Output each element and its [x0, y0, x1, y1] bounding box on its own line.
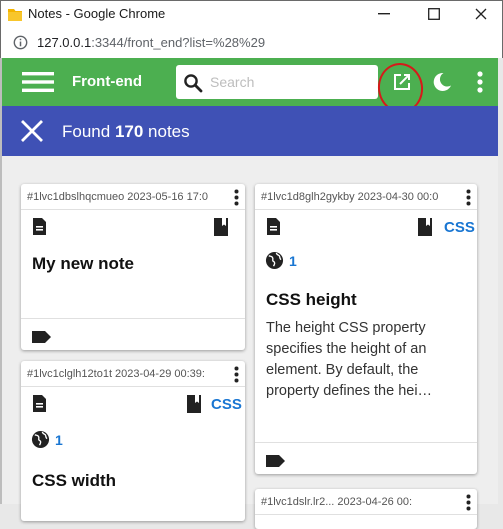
window-title: Notes - Google Chrome: [28, 6, 166, 21]
note-title[interactable]: CSS height: [255, 290, 477, 310]
note-title[interactable]: CSS width: [21, 471, 245, 491]
close-icon[interactable]: [20, 119, 44, 148]
url-path: :3344/front_end?list=%28%29: [91, 35, 266, 50]
moon-icon: [433, 72, 451, 91]
search-input[interactable]: [210, 72, 370, 92]
note-header: #1lvc1d8glh2gykby 2023-04-30 00:0: [255, 184, 477, 210]
address-bar[interactable]: 127.0.0.1:3344/front_end?list=%28%29: [0, 27, 503, 58]
url-host: 127.0.0.1: [37, 35, 92, 50]
dark-mode-button[interactable]: [426, 66, 458, 98]
results-count-text: Found 170 notes: [62, 122, 190, 142]
note-id-date: #1lvc1d8glh2gykby 2023-04-30 00:0: [261, 191, 439, 203]
close-window-button[interactable]: [465, 1, 497, 27]
brand-title[interactable]: Front-end: [72, 73, 142, 90]
note-id-date: #1lvc1dslr.lr2... 2023-04-26 00:: [261, 496, 413, 508]
results-prefix: Found: [62, 122, 111, 141]
info-icon[interactable]: [13, 35, 28, 55]
window-titlebar: Notes - Google Chrome: [0, 0, 503, 27]
document-icon: [33, 395, 46, 417]
notebook-icon: [418, 218, 432, 241]
tag-icon[interactable]: [266, 454, 285, 472]
results-suffix: notes: [148, 122, 190, 141]
note-id-date: #1lvc1clglh12to1t 2023-04-29 00:39:: [27, 368, 205, 380]
link-count[interactable]: 1: [55, 432, 63, 448]
note-card[interactable]: #1lvc1clglh12to1t 2023-04-29 00:39: CSS …: [21, 361, 245, 521]
menu-icon[interactable]: [22, 70, 54, 99]
globe-icon: [31, 430, 50, 454]
note-header: #1lvc1clglh12to1t 2023-04-29 00:39:: [21, 361, 245, 387]
notebook-icon: [187, 395, 201, 418]
notebook-icon: [214, 218, 228, 241]
results-bar: Found 170 notes: [2, 106, 498, 156]
maximize-button[interactable]: [418, 1, 450, 27]
open-external-button[interactable]: [386, 66, 418, 98]
results-count: 170: [114, 122, 144, 141]
note-menu-icon[interactable]: [231, 189, 239, 209]
globe-icon: [265, 251, 284, 275]
open-in-new-icon: [394, 74, 410, 90]
note-title[interactable]: My new note: [21, 254, 245, 274]
note-menu-icon[interactable]: [231, 366, 239, 386]
note-header: #1lvc1dbslhqcmueo 2023-05-16 17:0: [21, 184, 245, 210]
document-icon: [267, 218, 280, 240]
note-menu-icon[interactable]: [463, 494, 471, 514]
app-toolbar: Front-end: [2, 58, 498, 106]
note-footer: [255, 442, 477, 474]
minimize-button[interactable]: [368, 1, 400, 27]
category-link[interactable]: CSS: [444, 219, 475, 236]
link-count[interactable]: 1: [289, 253, 297, 269]
more-options-button[interactable]: [468, 66, 492, 98]
url-text[interactable]: 127.0.0.1:3344/front_end?list=%28%29: [37, 35, 265, 50]
note-footer: [21, 318, 245, 350]
search-box[interactable]: [176, 65, 378, 99]
app-icon: [7, 7, 23, 27]
tag-icon[interactable]: [32, 330, 51, 348]
search-icon: [183, 73, 203, 98]
note-header: #1lvc1dslr.lr2... 2023-04-26 00:: [255, 489, 477, 515]
note-card[interactable]: #1lvc1dbslhqcmueo 2023-05-16 17:0 My new…: [21, 184, 245, 350]
note-body: The height CSS property specifies the he…: [266, 320, 433, 399]
note-card[interactable]: #1lvc1d8glh2gykby 2023-04-30 00:0 CSS 1 …: [255, 184, 477, 474]
document-icon: [33, 218, 46, 240]
note-menu-icon[interactable]: [463, 189, 471, 209]
more-vert-icon: [477, 71, 483, 93]
notes-grid: #1lvc1dbslhqcmueo 2023-05-16 17:0 My new…: [2, 156, 498, 529]
note-id-date: #1lvc1dbslhqcmueo 2023-05-16 17:0: [27, 191, 209, 203]
category-link[interactable]: CSS: [211, 396, 242, 413]
note-card[interactable]: #1lvc1dslr.lr2... 2023-04-26 00:: [255, 489, 477, 529]
